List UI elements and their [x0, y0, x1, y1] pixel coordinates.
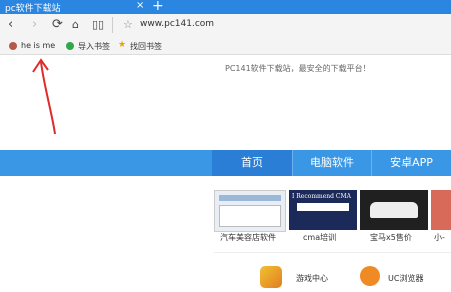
star-bookmark-icon: ★ — [118, 40, 127, 50]
site-slogan: PC141软件下载站，最安全的下载平台！ — [225, 64, 371, 73]
card-caption[interactable]: 汽车美容店软件 — [220, 232, 276, 243]
uc-browser-label[interactable]: UC浏览器 — [388, 273, 423, 284]
forward-icon[interactable]: › — [32, 17, 37, 32]
active-tab[interactable]: pc软件下载站 × — [0, 0, 145, 14]
bookmark-recover[interactable]: 找回书签 — [130, 41, 162, 52]
card-image-cma[interactable]: I Recommend CMA — [289, 190, 357, 230]
nav-home[interactable]: 首页 — [212, 150, 292, 176]
reader-icon[interactable]: ▯▯ — [92, 18, 104, 31]
game-center-label[interactable]: 游戏中心 — [296, 273, 328, 284]
star-icon[interactable]: ☆ — [123, 18, 133, 31]
back-icon[interactable]: ‹ — [8, 17, 13, 32]
uc-browser-icon[interactable] — [360, 266, 380, 286]
home-icon[interactable]: ⌂ — [72, 18, 79, 31]
card-image-software[interactable] — [214, 190, 286, 232]
import-icon — [66, 42, 74, 50]
toolbar-divider — [112, 17, 113, 33]
new-tab-icon[interactable]: + — [152, 0, 164, 14]
nav-pc-software[interactable]: 电脑软件 — [293, 150, 371, 176]
refresh-icon[interactable]: ⟳ — [52, 17, 63, 32]
card-image-bmw[interactable] — [360, 190, 428, 230]
game-center-icon[interactable] — [260, 266, 282, 288]
nav-android-app[interactable]: 安卓APP — [372, 150, 451, 176]
tab-title: pc软件下载站 — [5, 4, 61, 14]
avatar-icon — [9, 42, 17, 50]
bookmark-he-is-me[interactable]: he is me — [21, 41, 55, 50]
address-bar[interactable]: www.pc141.com — [140, 19, 214, 29]
tab-close-icon[interactable]: × — [136, 0, 144, 11]
card-image-partial[interactable] — [431, 190, 451, 230]
content-divider — [214, 252, 451, 253]
card-caption[interactable]: 宝马x5售价 — [370, 232, 412, 243]
card-caption[interactable]: cma培训 — [303, 232, 336, 243]
toolbar — [0, 14, 451, 39]
red-arrow-annotation — [32, 58, 56, 135]
card-caption[interactable]: 小- — [434, 232, 445, 243]
bookmark-import[interactable]: 导入书签 — [78, 41, 110, 52]
